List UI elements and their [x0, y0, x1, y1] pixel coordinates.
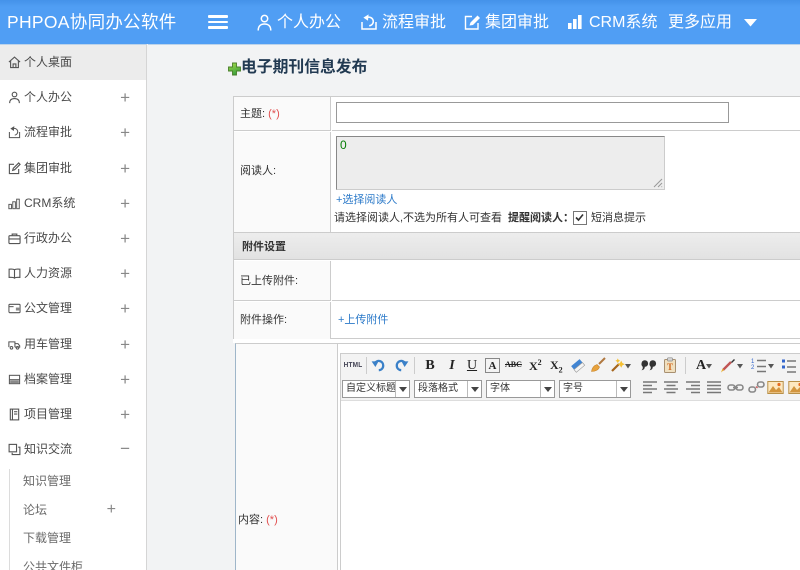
svg-text:T: T	[667, 362, 673, 372]
svg-text:2: 2	[751, 365, 755, 371]
